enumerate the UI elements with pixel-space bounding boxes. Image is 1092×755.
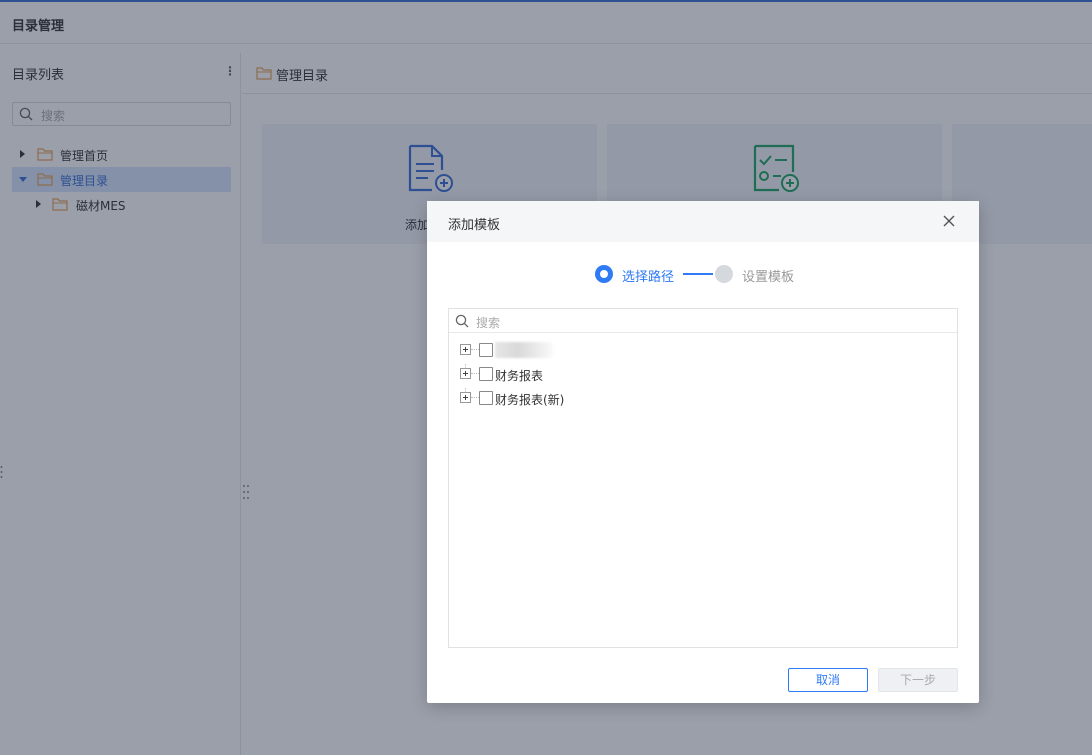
path-tree: 搜索 财务报表 财务报表(新)	[448, 308, 958, 648]
tree-search-placeholder: 搜索	[476, 316, 501, 330]
tree-node-label: 财务报表(新)	[495, 393, 565, 407]
dialog-header: 添加模板	[427, 201, 979, 242]
tree-connector	[471, 397, 479, 398]
node-checkbox[interactable]	[479, 367, 493, 381]
step-1-label: 选择路径	[622, 270, 675, 285]
step-connector	[683, 273, 713, 275]
redacted-label	[495, 342, 553, 358]
tree-connector	[471, 373, 479, 374]
tree-connector	[471, 349, 479, 350]
step-2-label: 设置模板	[742, 270, 795, 285]
tree-node[interactable]	[460, 341, 940, 359]
tree-search-input[interactable]: 搜索	[449, 309, 957, 333]
dialog-title: 添加模板	[448, 218, 501, 233]
expand-plus-icon[interactable]	[460, 368, 471, 379]
add-template-dialog: 添加模板 选择路径 设置模板 搜索 财务报表 财务报表(新) 取消 下一步	[427, 201, 979, 703]
cancel-button[interactable]: 取消	[788, 668, 868, 692]
step-2-indicator	[715, 265, 733, 283]
step-1-indicator	[595, 265, 613, 283]
node-checkbox[interactable]	[479, 343, 493, 357]
tree-node[interactable]: 财务报表(新)	[460, 389, 940, 407]
search-icon	[455, 314, 469, 328]
tree-node-label: 财务报表	[495, 369, 544, 383]
node-checkbox[interactable]	[479, 391, 493, 405]
next-button[interactable]: 下一步	[878, 668, 958, 692]
expand-plus-icon[interactable]	[460, 344, 471, 355]
tree-node[interactable]: 财务报表	[460, 365, 940, 383]
expand-plus-icon[interactable]	[460, 392, 471, 403]
close-icon[interactable]	[942, 214, 956, 228]
